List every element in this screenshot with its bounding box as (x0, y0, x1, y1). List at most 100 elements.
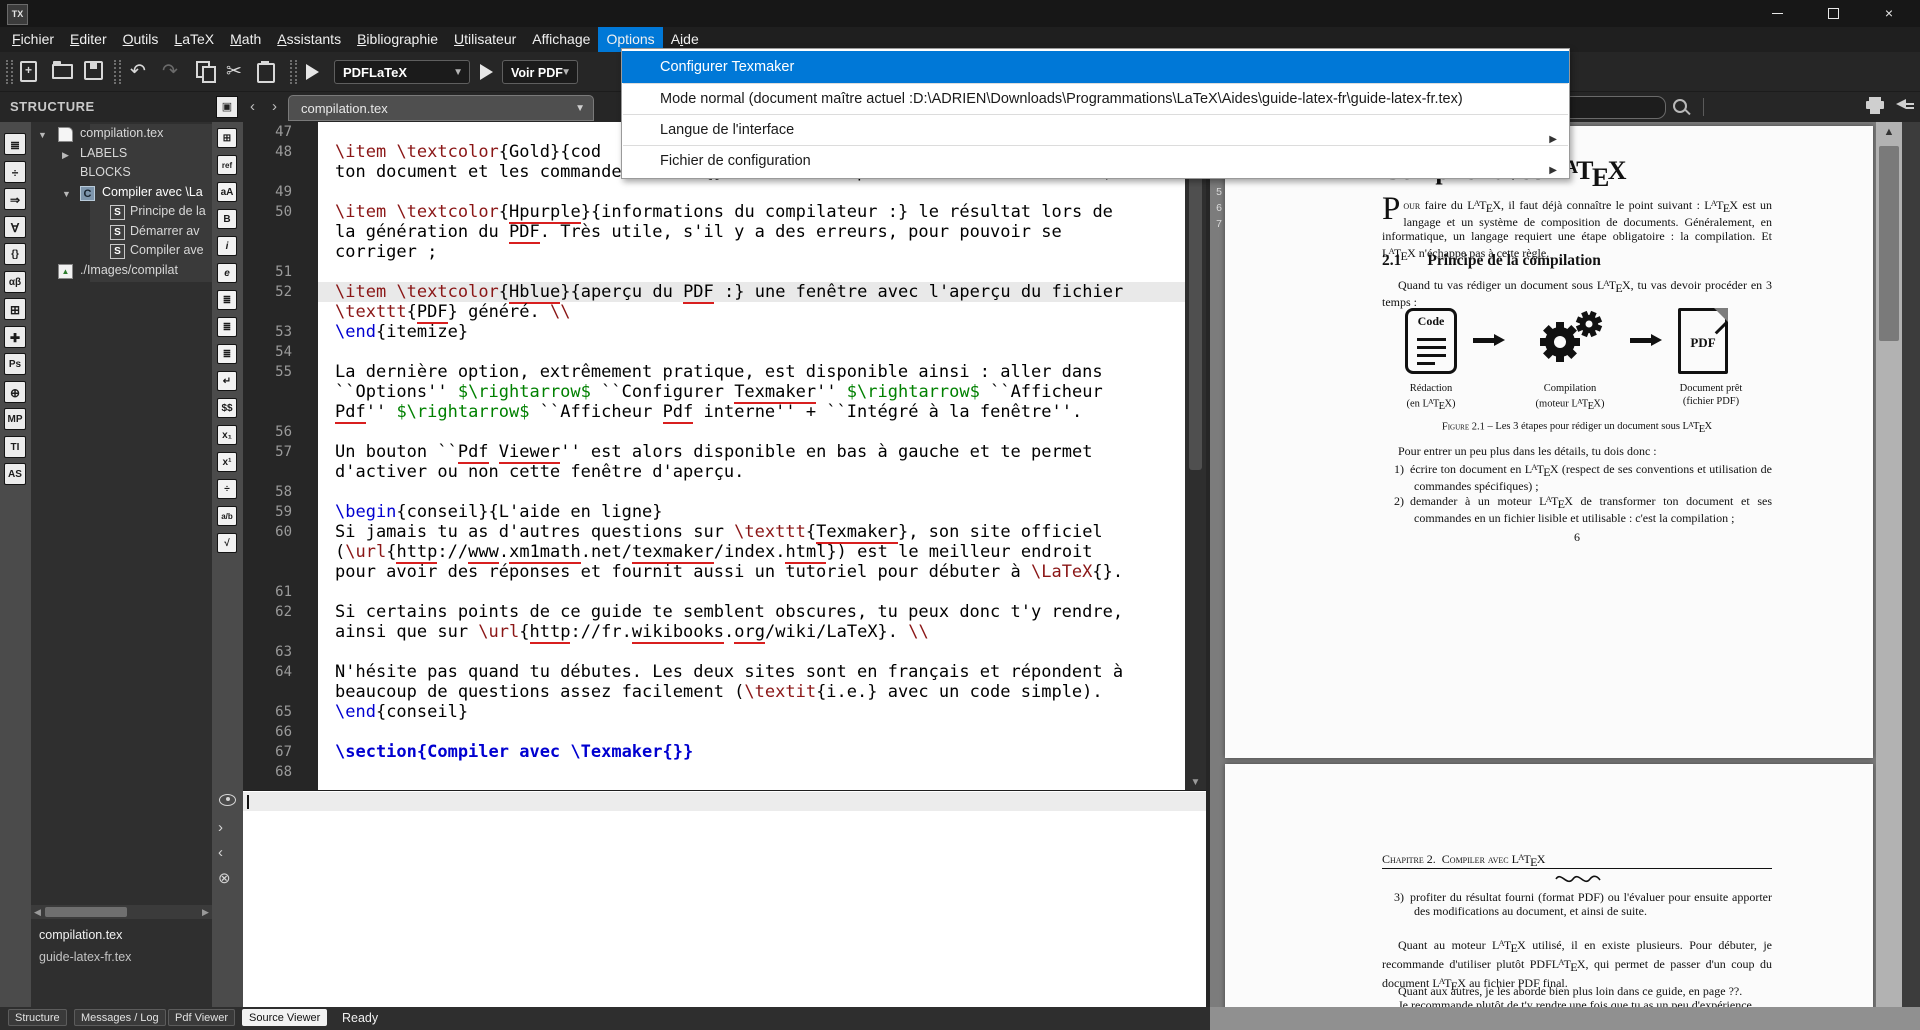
itemize-button[interactable]: ≣ (217, 290, 237, 310)
options-menu-item[interactable]: Langue de l'interface▶ (622, 115, 1569, 145)
redo-icon[interactable]: ↷ (162, 61, 184, 83)
collapse-icon[interactable]: ▼ (38, 130, 47, 140)
panel-button-structure[interactable]: Structure (8, 1009, 67, 1026)
editor-layout-icon[interactable]: ▣ (216, 96, 238, 118)
mp-commands-tab[interactable]: MP (4, 408, 26, 430)
options-menu-item[interactable]: Mode normal (document maître actuel :D:\… (622, 84, 1569, 114)
new-document-icon[interactable]: + (20, 61, 42, 83)
menu-math[interactable]: Math (222, 27, 269, 52)
next-icon[interactable]: › (218, 819, 223, 836)
structure-tab[interactable]: ≣ (4, 133, 26, 155)
dfrac-button[interactable]: a/b (217, 506, 237, 526)
figure-label: Document prêt(fichier PDF) (1646, 382, 1776, 408)
previous-document-icon[interactable]: ‹ (250, 92, 255, 122)
panel-button-pdf-viewer[interactable]: Pdf Viewer (168, 1009, 235, 1026)
messages-log-panel[interactable] (243, 790, 1206, 1007)
ref-button[interactable]: ref (217, 155, 237, 175)
close-icon[interactable]: ⊗ (218, 869, 231, 887)
line-number (243, 222, 318, 242)
most-used-symbols-tab[interactable]: ⊞ (4, 298, 26, 320)
enumerate-button[interactable]: ≣ (217, 317, 237, 337)
options-menu-item[interactable]: Fichier de configuration▶ (622, 146, 1569, 176)
pdf-page-7: Chapitre 2. Compiler avec LATEX 3)profit… (1225, 764, 1873, 1007)
tree-item[interactable]: compilation.tex (80, 126, 163, 140)
tree-item[interactable]: Compiler ave (130, 243, 204, 257)
compiler-select[interactable]: PDFLaTeX▼ (334, 60, 470, 84)
panel-button-source-viewer[interactable]: Source Viewer (242, 1009, 327, 1026)
arrow-symbols-tab[interactable]: ⇒ (4, 188, 26, 210)
menu-assistants[interactable]: Assistants (269, 27, 349, 52)
pdf-page-number-item[interactable]: 7 (1213, 218, 1225, 230)
tikz-tab[interactable]: TI (4, 436, 26, 458)
tree-item[interactable]: BLOCKS (80, 165, 131, 179)
menu-utilisateur[interactable]: Utilisateur (446, 27, 524, 52)
menu-bibliographie[interactable]: Bibliographie (349, 27, 446, 52)
metapost-tab[interactable]: ⊕ (4, 381, 26, 403)
panel-button-messages-log[interactable]: Messages / Log (74, 1009, 166, 1026)
wizard-button[interactable]: ⊞ (217, 128, 237, 148)
code-line: corriger ; (318, 242, 1185, 262)
tree-item[interactable]: LABELS (80, 146, 127, 160)
menu-latex[interactable]: LaTeX (166, 27, 222, 52)
bold-button[interactable]: B (217, 209, 237, 229)
collapse-icon[interactable]: ▼ (62, 189, 71, 199)
editor-scrollbar[interactable]: ▲▼ (1185, 122, 1206, 790)
minimize-button[interactable] (1754, 0, 1800, 27)
misc-symbols-tab[interactable]: ∀ (4, 216, 26, 238)
pdf-page-number-item[interactable]: 6 (1213, 202, 1225, 214)
structure-horizontal-scrollbar[interactable]: ◀▶ (31, 905, 212, 919)
description-button[interactable]: ≣ (217, 344, 237, 364)
pstricks-tab[interactable]: Ps (4, 353, 26, 375)
expand-icon[interactable]: ▶ (62, 150, 69, 161)
inline-math-button[interactable]: $$ (217, 398, 237, 418)
external-viewer-icon[interactable] (1896, 99, 1906, 109)
tree-item[interactable]: Compiler avec \La (102, 185, 203, 199)
superscript-button[interactable]: x¹ (217, 452, 237, 472)
pdf-page-number-item[interactable]: 5 (1213, 186, 1225, 198)
open-file-item[interactable]: compilation.tex (39, 928, 122, 942)
undo-icon[interactable]: ↶ (130, 61, 152, 83)
italic-button[interactable]: i (217, 236, 237, 256)
run-compile-button[interactable] (306, 64, 319, 80)
previous-icon[interactable]: ‹ (218, 844, 223, 861)
greek-letters-tab[interactable]: αβ (4, 271, 26, 293)
relation-symbols-tab[interactable]: ÷ (4, 161, 26, 183)
menu-outils[interactable]: Outils (115, 27, 167, 52)
pdf-scrollbar[interactable]: ▲ (1876, 122, 1902, 1007)
frac-button[interactable]: ÷ (217, 479, 237, 499)
eye-icon[interactable] (219, 794, 236, 806)
open-folder-icon[interactable] (52, 61, 74, 83)
save-icon[interactable] (84, 61, 106, 83)
maximize-button[interactable] (1810, 0, 1856, 27)
emph-button[interactable]: e (217, 263, 237, 283)
menu-affichage[interactable]: Affichage (524, 27, 598, 52)
line-number (243, 682, 318, 702)
tree-item[interactable]: Principe de la (130, 204, 206, 218)
sqrt-button[interactable]: √ (217, 533, 237, 553)
asymptote-tab[interactable]: AS (4, 463, 26, 485)
print-icon[interactable] (1866, 97, 1884, 114)
tree-item[interactable]: ./Images/compilat (80, 263, 178, 277)
delimiters-tab[interactable]: {} (4, 243, 26, 265)
next-document-icon[interactable]: › (272, 92, 277, 122)
code-line: Si jamais tu as d'autres questions sur \… (318, 522, 1185, 542)
cut-icon[interactable]: ✂ (226, 61, 248, 83)
document-tab[interactable]: compilation.tex▼ (288, 95, 594, 121)
code-editor[interactable]: \item \textcolor{Gold}{codton document e… (318, 122, 1185, 790)
close-button[interactable]: × (1866, 0, 1912, 27)
menu-fichier[interactable]: Fichier (4, 27, 62, 52)
options-menu-item[interactable]: Configurer Texmaker (622, 51, 1569, 83)
font-size-button[interactable]: aA (217, 182, 237, 202)
search-icon[interactable] (1673, 99, 1687, 113)
view-select[interactable]: Voir PDF▼ (502, 60, 578, 84)
open-file-item[interactable]: guide-latex-fr.tex (39, 950, 131, 964)
newline-button[interactable]: ↵ (217, 371, 237, 391)
line-number-gutter: 4748495051525354555657585960616263646566… (243, 122, 318, 790)
tree-item[interactable]: Démarrer av (130, 224, 199, 238)
copy-icon[interactable] (196, 61, 218, 83)
paste-icon[interactable] (256, 61, 278, 83)
run-view-button[interactable] (480, 64, 493, 80)
menu-editer[interactable]: Editer (62, 27, 115, 52)
favourite-symbols-tab[interactable]: ✚ (4, 326, 26, 348)
subscript-button[interactable]: x₁ (217, 425, 237, 445)
